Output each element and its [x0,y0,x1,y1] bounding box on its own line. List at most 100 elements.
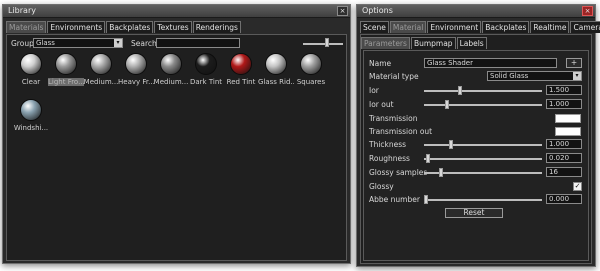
abbe-number-slider[interactable] [424,199,542,201]
options-titlebar[interactable]: Options × [357,5,595,18]
material-thumbnail[interactable]: Clear [13,53,49,86]
material-sphere-preview [230,53,252,75]
roughness-value-field[interactable]: 0.020 [546,153,582,163]
transmission-color-swatch[interactable] [555,114,581,123]
material-thumbnail[interactable]: Windshi... [13,99,49,132]
abbe-number-slider-thumb[interactable] [424,195,428,204]
material-label: Squares [296,78,326,86]
options-window: Options × Scene Material Environment Bac… [356,4,600,267]
material-thumbnail[interactable]: Heavy Fr... [118,53,154,86]
ior-out-value-field[interactable]: 1.000 [546,99,582,109]
options-tabs: Scene Material Environment Backplates Re… [357,18,600,34]
add-material-button[interactable]: + [566,58,582,68]
material-sphere-preview [265,53,287,75]
material-thumbnail[interactable]: Medium... [153,53,189,86]
group-dropdown[interactable]: Glass ▾ [33,38,123,48]
subtab-bumpmap[interactable]: Bumpmap [410,37,456,49]
abbe-number-value-field[interactable]: 0.000 [546,194,582,204]
name-input[interactable]: Glass Shader [424,58,557,68]
reset-button[interactable]: Reset [445,208,503,218]
material-thumbnail[interactable]: Red Tint [223,53,259,86]
roughness-slider[interactable] [424,158,542,160]
name-row: Name Glass Shader + [369,58,583,70]
chevron-down-icon: ▾ [573,72,581,80]
material-thumbnail[interactable]: Dark Tint [188,53,224,86]
roughness-row: Roughness 0.020 [369,153,583,165]
transmission-row: Transmission [369,113,583,125]
roughness-slider-thumb[interactable] [426,154,431,163]
ior-label: Ior [369,86,379,95]
glossy-samples-label: Glossy samples [369,168,428,177]
thumb-size-slider[interactable] [303,43,343,45]
name-label: Name [369,59,392,68]
glossy-label: Glossy [369,182,394,191]
material-thumbnail[interactable]: Medium... [83,53,119,86]
transmission-out-row: Transmission out [369,126,583,138]
tab-environment[interactable]: Environment [427,21,482,33]
glossy-samples-value-field[interactable]: 16 [546,167,582,177]
ior-out-slider-thumb[interactable] [444,100,449,109]
group-value: Glass [36,39,55,47]
library-close-icon[interactable]: × [337,6,348,16]
thumb-size-slider-thumb[interactable] [324,38,329,47]
tab-realtime[interactable]: Realtime [530,21,570,33]
material-label: Windshi... [13,124,49,132]
material-sphere-preview [20,53,42,75]
material-sphere-preview [90,53,112,75]
glossy-samples-row: Glossy samples 16 [369,167,583,179]
material-type-row: Material type Solid Glass ▾ [369,71,583,83]
thickness-slider-thumb[interactable] [449,140,454,149]
search-label: Search [131,39,157,48]
material-type-dropdown[interactable]: Solid Glass ▾ [487,71,582,81]
material-sphere-preview [125,53,147,75]
thickness-value-field[interactable]: 1.000 [546,139,582,149]
glossy-samples-slider-thumb[interactable] [438,168,443,177]
subtab-labels[interactable]: Labels [456,37,487,49]
tab-textures[interactable]: Textures [154,21,192,33]
ior-slider-thumb[interactable] [458,86,463,95]
material-label: Clear [21,78,41,86]
material-type-label: Material type [369,72,419,81]
tab-camera[interactable]: Camera [570,21,600,33]
material-label: Glass Rid... [258,78,294,86]
thickness-slider[interactable] [424,144,542,146]
ior-slider[interactable] [424,90,542,92]
material-label: Light Fro... [48,78,84,86]
material-thumbnail[interactable]: Squares [293,53,329,86]
glossy-row: Glossy ✓ [369,181,583,193]
material-type-value: Solid Glass [490,72,529,80]
tab-renderings[interactable]: Renderings [192,21,241,33]
tab-backplates[interactable]: Backplates [106,21,154,33]
material-sphere-preview [300,53,322,75]
options-title: Options [362,6,393,15]
material-label: Medium... [153,78,189,86]
material-label: Heavy Fr... [118,78,154,86]
material-thumbnail[interactable]: Light Fro... [48,53,84,86]
material-sphere-preview [20,99,42,121]
material-label: Dark Tint [189,78,223,86]
tab-materials[interactable]: Materials [6,21,47,33]
thickness-label: Thickness [369,140,407,149]
material-sphere-preview [55,53,77,75]
search-input[interactable] [156,38,240,48]
abbe-number-row: Abbe number 0.000 [369,194,583,206]
material-label: Medium... [83,78,119,86]
options-close-icon[interactable]: × [582,6,593,16]
glossy-checkbox[interactable]: ✓ [573,182,582,191]
thickness-row: Thickness 1.000 [369,139,583,151]
material-thumbnail[interactable]: Glass Rid... [258,53,294,86]
ior-out-slider[interactable] [424,104,542,106]
material-label: Red Tint [226,78,256,86]
ior-row: Ior 1.500 [369,85,583,97]
tab-environments[interactable]: Environments [47,21,106,33]
tab-backplates-options[interactable]: Backplates [482,21,530,33]
transmission-out-color-swatch[interactable] [555,127,581,136]
subtab-parameters[interactable]: Parameters [361,37,410,49]
ior-value-field[interactable]: 1.500 [546,85,582,95]
library-tabs: Materials Environments Backplates Textur… [3,18,350,34]
library-titlebar[interactable]: Library × [3,5,350,18]
library-title: Library [8,6,36,15]
tab-material[interactable]: Material [389,21,427,33]
tab-scene[interactable]: Scene [360,21,389,33]
ior-out-row: Ior out 1.000 [369,99,583,111]
